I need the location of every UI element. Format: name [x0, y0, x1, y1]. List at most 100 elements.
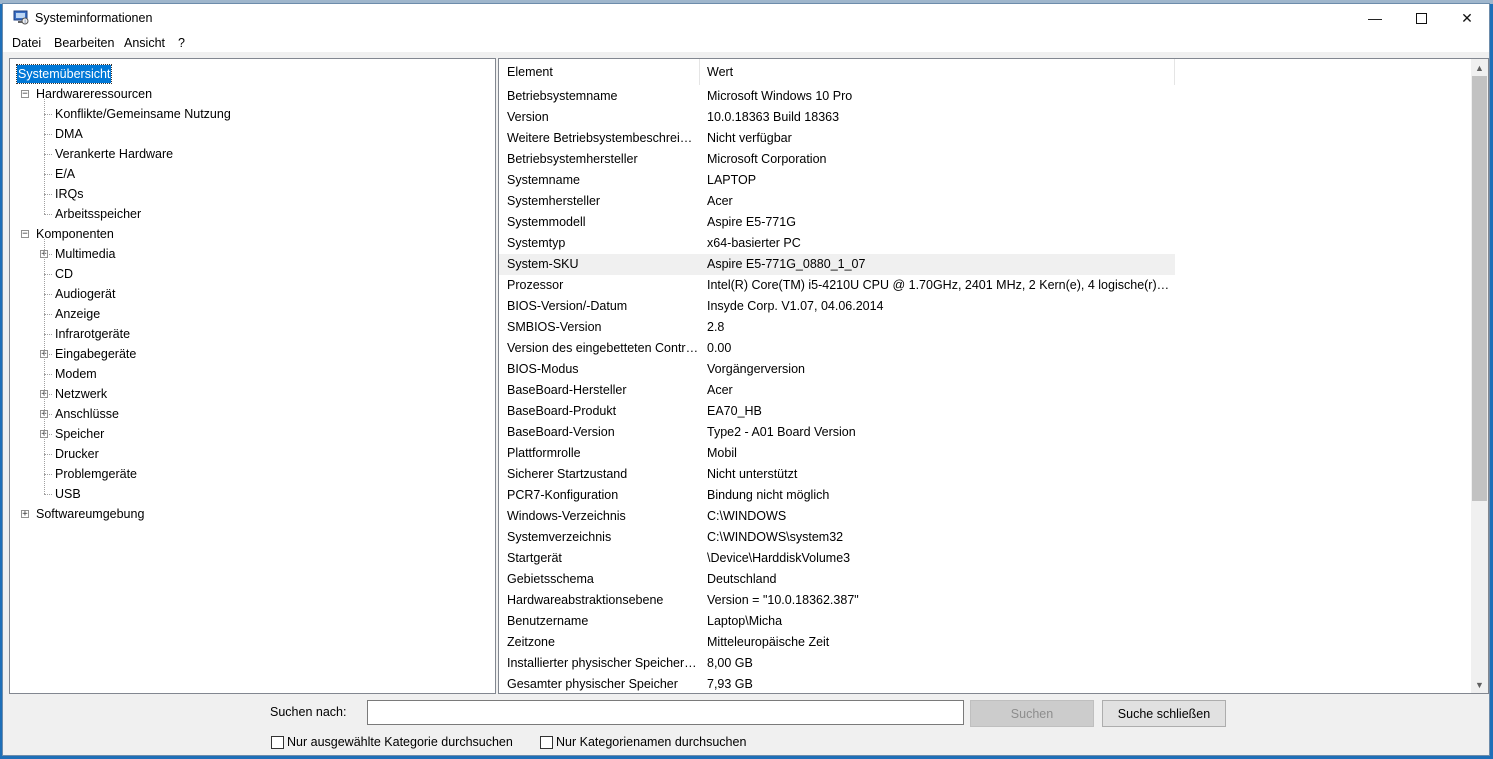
cell-element: BIOS-Version/-Datum	[507, 299, 628, 313]
cell-value: 2.8	[707, 320, 725, 334]
cell-value: Intel(R) Core(TM) i5-4210U CPU @ 1.70GHz…	[707, 278, 1172, 292]
maximize-button[interactable]	[1398, 4, 1444, 32]
table-row[interactable]: Hardwareabstraktionsebene Version = "10.0…	[499, 590, 1175, 611]
tree-connector	[44, 294, 52, 295]
column-separator[interactable]	[699, 59, 700, 85]
table-row[interactable]: PCR7-Konfiguration Bindung nicht möglich	[499, 485, 1175, 506]
table-row[interactable]: BaseBoard-Hersteller Acer	[499, 380, 1175, 401]
cell-element: SMBIOS-Version	[507, 320, 602, 334]
minimize-button[interactable]: —	[1352, 4, 1398, 32]
cell-element: BIOS-Modus	[507, 362, 579, 376]
table-row[interactable]: Systemverzeichnis C:\WINDOWS\system32	[499, 527, 1175, 548]
tree-item[interactable]: Eingabegeräte	[55, 345, 136, 363]
column-header-value[interactable]: Wert	[707, 65, 733, 79]
close-search-button[interactable]: Suche schließen	[1102, 700, 1226, 727]
table-row[interactable]: Betriebsystemhersteller Microsoft Corpora…	[499, 149, 1175, 170]
cell-value: 0.00	[707, 341, 732, 355]
table-row[interactable]: Windows-Verzeichnis C:\WINDOWS	[499, 506, 1175, 527]
checkbox-selected-category[interactable]	[271, 735, 284, 749]
tree-item[interactable]: Problemgeräte	[55, 465, 137, 483]
tree-item[interactable]: Anschlüsse	[55, 405, 119, 423]
close-search-button-label: Suche schließen	[1117, 706, 1211, 721]
tree-item[interactable]: Arbeitsspeicher	[55, 205, 141, 223]
tree-item[interactable]: Drucker	[55, 445, 99, 463]
table-row[interactable]: Startgerät \Device\HarddiskVolume3	[499, 548, 1175, 569]
table-row[interactable]: BaseBoard-Produkt EA70_HB	[499, 401, 1175, 422]
table-row[interactable]: BaseBoard-Version Type2 - A01 Board Versi…	[499, 422, 1175, 443]
tree-item[interactable]: Netzwerk	[55, 385, 107, 403]
cell-value: Mitteleuropäische Zeit	[707, 635, 830, 649]
tree-item[interactable]: Verankerte Hardware	[55, 145, 173, 163]
cell-value: \Device\HarddiskVolume3	[707, 551, 851, 565]
table-row[interactable]: Gesamter physischer Speicher 7,93 GB	[499, 674, 1175, 693]
checkbox-selected-category-option[interactable]: Nur ausgewählte Kategorie durchsuchen	[271, 734, 513, 750]
tree-item[interactable]: USB	[55, 485, 81, 503]
column-header-element[interactable]: Element	[507, 65, 553, 79]
close-button[interactable]: ✕	[1444, 4, 1490, 32]
tree-item[interactable]: Modem	[55, 365, 97, 383]
tree-item[interactable]: Hardwareressourcen	[36, 85, 152, 103]
tree-item[interactable]: Komponenten	[36, 225, 114, 243]
cell-value: Acer	[707, 194, 733, 208]
tree-item[interactable]: Infrarotgeräte	[55, 325, 130, 343]
table-row[interactable]: Betriebsystemname Microsoft Windows 10 Pr…	[499, 86, 1175, 107]
menu-help[interactable]: ?	[178, 36, 185, 50]
cell-element: Version des eingebetteten Controllers	[507, 341, 699, 355]
table-row[interactable]: Zeitzone Mitteleuropäische Zeit	[499, 632, 1175, 653]
scroll-thumb[interactable]	[1472, 76, 1487, 501]
vertical-scrollbar[interactable]: ▲ ▼	[1471, 59, 1488, 693]
tree-item[interactable]: E/A	[55, 165, 75, 183]
scroll-up-icon[interactable]: ▲	[1471, 59, 1488, 76]
table-row[interactable]: Installierter physischer Speicher (RAM) 8…	[499, 653, 1175, 674]
table-row[interactable]: Prozessor Intel(R) Core(TM) i5-4210U CPU …	[499, 275, 1175, 296]
tree-item[interactable]: DMA	[55, 125, 83, 143]
table-row[interactable]: Weitere Betriebsystembeschreibung Nicht v…	[499, 128, 1175, 149]
cell-value: Laptop\Micha	[707, 614, 783, 628]
collapse-icon[interactable]: −	[21, 90, 29, 99]
tree-item[interactable]: Audiogerät	[55, 285, 115, 303]
cell-element: Benutzername	[507, 614, 589, 628]
tree-item[interactable]: Speicher	[55, 425, 104, 443]
table-row[interactable]: BIOS-Version/-Datum Insyde Corp. V1.07, 0…	[499, 296, 1175, 317]
scroll-down-icon[interactable]: ▼	[1471, 676, 1488, 693]
search-input[interactable]	[367, 700, 964, 725]
cell-value: Nicht unterstützt	[707, 467, 798, 481]
column-separator[interactable]	[1174, 59, 1175, 85]
table-row[interactable]: Systemtyp x64-basierter PC	[499, 233, 1175, 254]
cell-element: BaseBoard-Version	[507, 425, 615, 439]
details-list[interactable]: Element Wert Betriebsystemname Microsoft …	[498, 58, 1489, 694]
tree-item[interactable]: CD	[55, 265, 73, 283]
menu-view[interactable]: Ansicht	[124, 36, 165, 50]
tree-item[interactable]: Softwareumgebung	[36, 505, 144, 523]
checkbox-category-names-label: Nur Kategorienamen durchsuchen	[556, 735, 747, 749]
tree-connector	[44, 174, 52, 175]
search-button[interactable]: Suchen	[970, 700, 1094, 727]
table-row[interactable]: Systemhersteller Acer	[499, 191, 1175, 212]
table-row[interactable]: Systemmodell Aspire E5-771G	[499, 212, 1175, 233]
table-row[interactable]: BIOS-Modus Vorgängerversion	[499, 359, 1175, 380]
table-row[interactable]: Systemname LAPTOP	[499, 170, 1175, 191]
table-row[interactable]: Benutzername Laptop\Micha	[499, 611, 1175, 632]
tree-item[interactable]: Multimedia	[55, 245, 115, 263]
category-tree[interactable]: Systemübersicht − Hardwareressourcen Konfli…	[9, 58, 496, 694]
tree-item[interactable]: Konflikte/Gemeinsame Nutzung	[55, 105, 231, 123]
menu-file[interactable]: Datei	[12, 36, 41, 50]
menu-edit[interactable]: Bearbeiten	[54, 36, 114, 50]
tree-connector	[44, 214, 52, 215]
tree-item[interactable]: Systemübersicht	[15, 64, 113, 84]
title-bar[interactable]: i Systeminformationen — ✕	[3, 4, 1489, 32]
table-row[interactable]: System-SKU Aspire E5-771G_0880_1_07	[499, 254, 1175, 275]
tree-item[interactable]: IRQs	[55, 185, 83, 203]
table-row[interactable]: Plattformrolle Mobil	[499, 443, 1175, 464]
checkbox-category-names-option[interactable]: Nur Kategorienamen durchsuchen	[540, 734, 746, 750]
table-row[interactable]: Gebietsschema Deutschland	[499, 569, 1175, 590]
expand-icon[interactable]: +	[21, 510, 29, 519]
table-row[interactable]: Sicherer Startzustand Nicht unterstützt	[499, 464, 1175, 485]
table-row[interactable]: Version des eingebetteten Controllers 0.0…	[499, 338, 1175, 359]
checkbox-category-names[interactable]	[540, 735, 553, 749]
table-row[interactable]: Version 10.0.18363 Build 18363	[499, 107, 1175, 128]
collapse-icon[interactable]: −	[21, 230, 29, 239]
table-row[interactable]: SMBIOS-Version 2.8	[499, 317, 1175, 338]
tree-item[interactable]: Anzeige	[55, 305, 100, 323]
cell-value: LAPTOP	[707, 173, 757, 187]
